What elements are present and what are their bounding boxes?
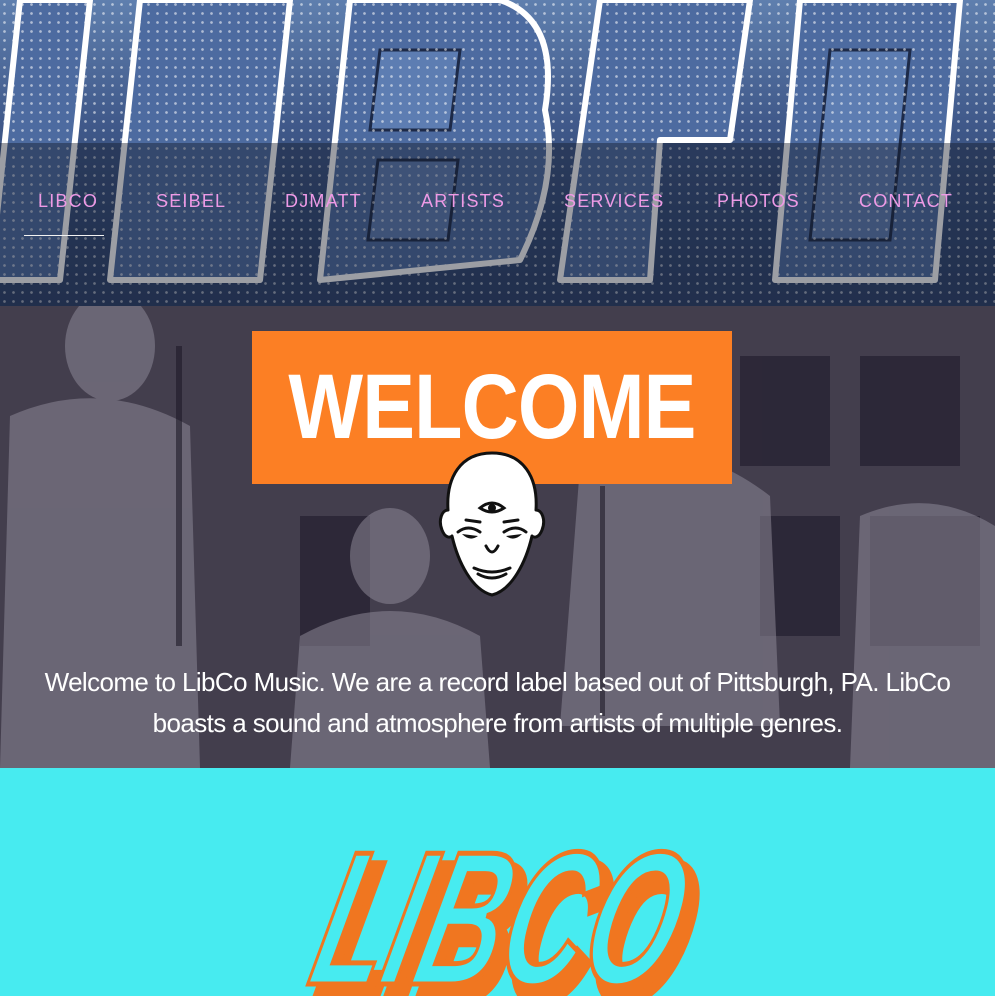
main-nav: LIBCO SEIBEL DJMATT ARTISTS SERVICES PHO… bbox=[0, 186, 995, 236]
nav-item-artists[interactable]: ARTISTS bbox=[421, 186, 504, 222]
nav-item-djmatt[interactable]: DJMATT bbox=[285, 186, 361, 222]
site-header: LIBCO SEIBEL DJMATT ARTISTS SERVICES PHO… bbox=[0, 0, 995, 306]
nav-item-contact[interactable]: CONTACT bbox=[859, 186, 952, 222]
nav-item-photos[interactable]: PHOTOS bbox=[717, 186, 799, 222]
nav-item-seibel[interactable]: SEIBEL bbox=[156, 186, 225, 222]
welcome-description: Welcome to LibCo Music. We are a record … bbox=[44, 667, 951, 738]
nav-item-libco[interactable]: LIBCO bbox=[24, 186, 104, 236]
nav-item-services[interactable]: SERVICES bbox=[564, 186, 663, 222]
brand-section: LIBCO LIBCO bbox=[0, 768, 995, 996]
libco-logo-text: LIBCO bbox=[300, 814, 700, 996]
welcome-section: WELCOME Welcome to LibCo Music. We are a… bbox=[0, 306, 995, 768]
libco-logo: LIBCO LIBCO bbox=[300, 814, 700, 996]
third-eye-face-icon bbox=[438, 451, 546, 597]
